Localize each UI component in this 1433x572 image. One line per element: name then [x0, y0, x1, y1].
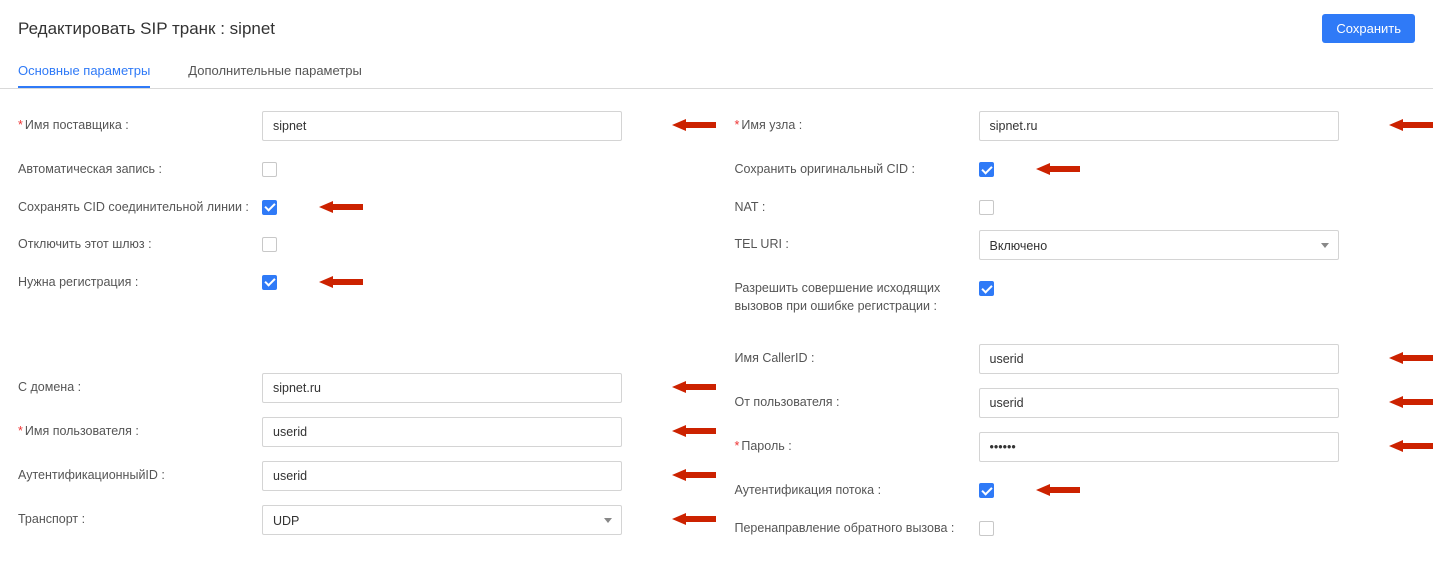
- provider-name-label: Имя поставщика :: [25, 118, 129, 132]
- nat-label: NAT :: [735, 200, 766, 214]
- call-forward-label: Перенаправление обратного вызова :: [735, 521, 955, 535]
- provider-name-input[interactable]: [262, 111, 622, 141]
- right-column: *Имя узла : Сохранить оригинальный CID :…: [717, 111, 1433, 551]
- auth-stream-label: Аутентификация потока :: [735, 483, 882, 497]
- password-label: Пароль :: [741, 439, 791, 453]
- auth-stream-checkbox[interactable]: [979, 483, 994, 498]
- allow-out-label: Разрешить совершение исходящих вызовов п…: [735, 281, 941, 313]
- arrow-icon: [672, 465, 726, 485]
- tel-uri-select[interactable]: Включено: [979, 230, 1339, 260]
- callerid-name-label: Имя CallerID :: [735, 351, 815, 365]
- callerid-name-input[interactable]: [979, 344, 1339, 374]
- arrow-icon: [1036, 159, 1090, 179]
- tab-main[interactable]: Основные параметры: [18, 55, 150, 88]
- need-registration-checkbox[interactable]: [262, 275, 277, 290]
- arrow-icon: [672, 509, 726, 529]
- keep-trunk-cid-checkbox[interactable]: [262, 200, 277, 215]
- host-label: Имя узла :: [741, 118, 802, 132]
- header: Редактировать SIP транк : sipnet Сохрани…: [0, 14, 1433, 51]
- nat-checkbox[interactable]: [979, 200, 994, 215]
- from-user-input[interactable]: [979, 388, 1339, 418]
- auto-record-checkbox[interactable]: [262, 162, 277, 177]
- host-input[interactable]: [979, 111, 1339, 141]
- tabs: Основные параметры Дополнительные параме…: [0, 55, 1433, 89]
- disable-gateway-label: Отключить этот шлюз :: [18, 237, 152, 251]
- keep-trunk-cid-label: Сохранять CID соединительной линии :: [18, 200, 249, 214]
- arrow-icon: [1389, 392, 1433, 412]
- username-label: Имя пользователя :: [25, 424, 139, 438]
- tel-uri-label: TEL URI :: [735, 237, 789, 251]
- arrow-icon: [672, 377, 726, 397]
- arrow-icon: [1389, 348, 1433, 368]
- from-domain-input[interactable]: [262, 373, 622, 403]
- arrow-icon: [672, 115, 726, 135]
- keep-orig-cid-label: Сохранить оригинальный CID :: [735, 162, 916, 176]
- password-input[interactable]: [979, 432, 1339, 462]
- allow-out-checkbox[interactable]: [979, 281, 994, 296]
- left-column: *Имя поставщика : Автоматическая запись …: [0, 111, 717, 551]
- arrow-icon: [1389, 115, 1433, 135]
- call-forward-checkbox[interactable]: [979, 521, 994, 536]
- arrow-icon: [319, 272, 373, 292]
- tab-extra[interactable]: Дополнительные параметры: [188, 55, 362, 88]
- from-user-label: От пользователя :: [735, 395, 840, 409]
- disable-gateway-checkbox[interactable]: [262, 237, 277, 252]
- auto-record-label: Автоматическая запись :: [18, 162, 162, 176]
- username-input[interactable]: [262, 417, 622, 447]
- arrow-icon: [1036, 480, 1090, 500]
- transport-select[interactable]: UDP: [262, 505, 622, 535]
- arrow-icon: [1389, 436, 1433, 456]
- transport-label: Транспорт :: [18, 512, 85, 526]
- page-title: Редактировать SIP транк : sipnet: [18, 19, 275, 39]
- save-button[interactable]: Сохранить: [1322, 14, 1415, 43]
- arrow-icon: [319, 197, 373, 217]
- keep-orig-cid-checkbox[interactable]: [979, 162, 994, 177]
- need-registration-label: Нужна регистрация :: [18, 275, 138, 289]
- from-domain-label: С домена :: [18, 380, 81, 394]
- auth-id-label: АутентификационныйID :: [18, 468, 165, 482]
- arrow-icon: [672, 421, 726, 441]
- auth-id-input[interactable]: [262, 461, 622, 491]
